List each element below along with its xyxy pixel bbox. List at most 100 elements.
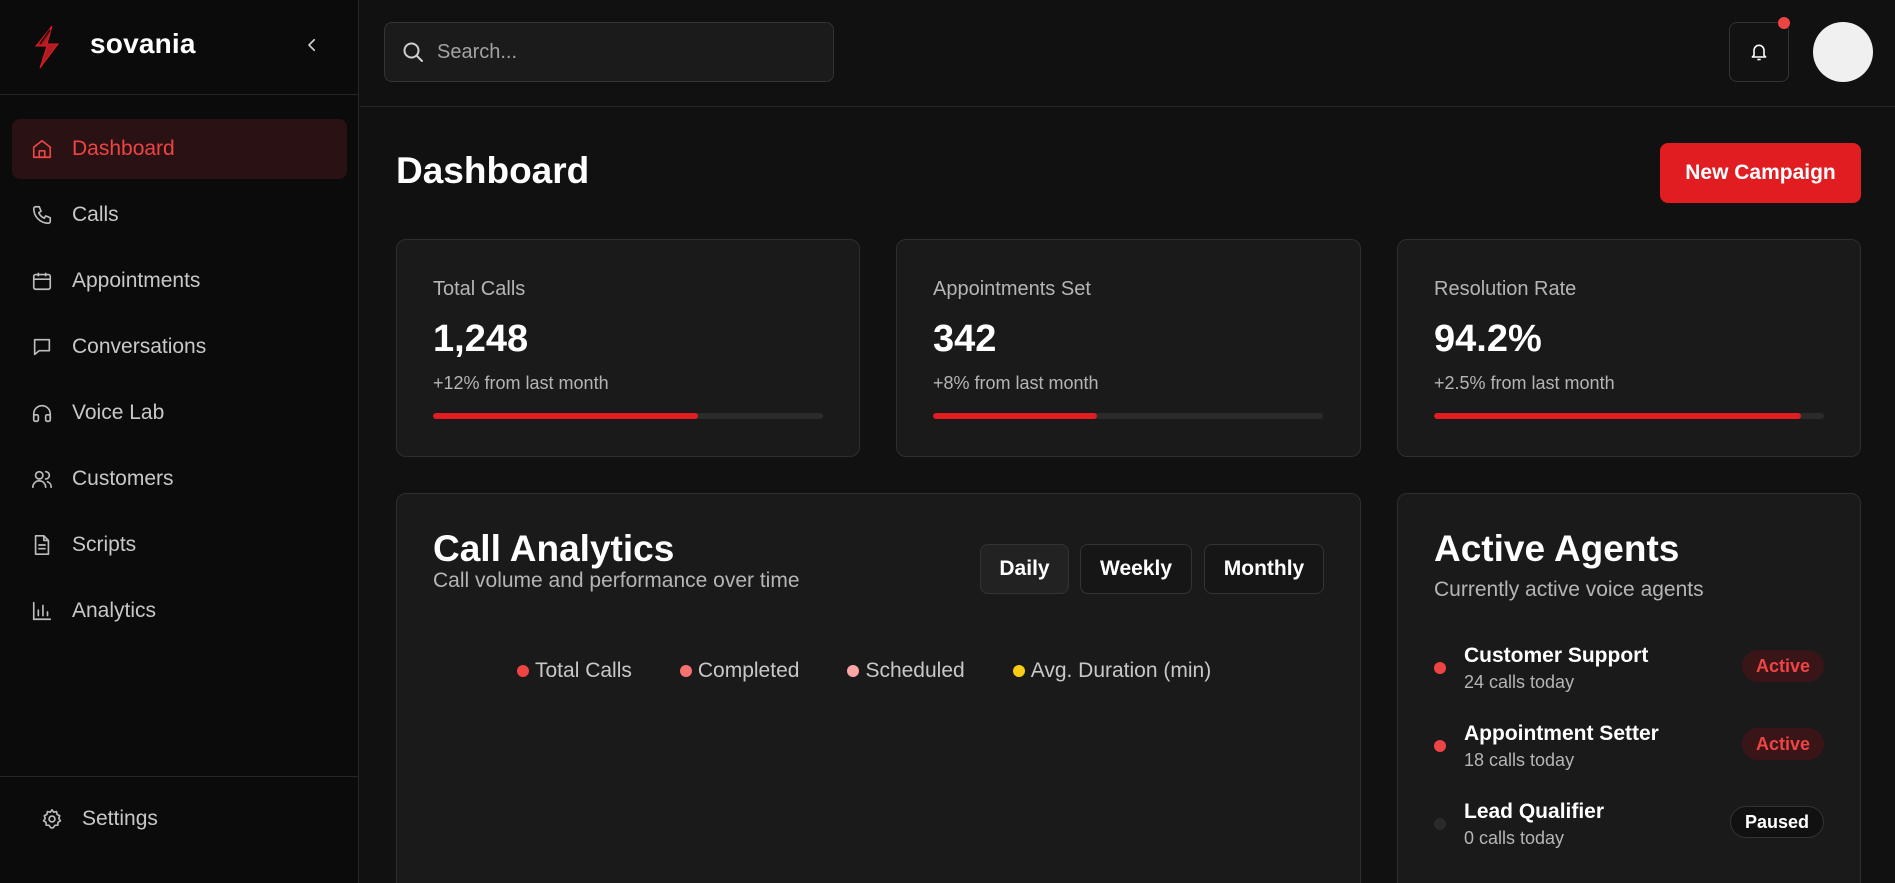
sidebar-item-settings[interactable]: Settings [40,807,158,831]
chart-legend: Total Calls Completed Scheduled Avg. Dur… [517,659,1259,683]
search-icon [403,42,423,62]
calendar-icon [30,269,54,293]
sidebar-footer: Settings [0,776,358,883]
progress-fill [433,413,699,419]
stat-value: 94.2% [1434,318,1542,360]
stat-value: 1,248 [433,318,529,360]
status-badge: Paused [1729,806,1824,838]
status-badge: Active [1741,650,1824,682]
stat-value: 342 [933,318,997,360]
phone-icon [30,203,54,227]
section-subtitle: Currently active voice agents [1434,578,1704,601]
stat-change: +2.5% from last month [1434,373,1615,393]
headphones-icon [30,401,54,425]
stat-label: Resolution Rate [1434,278,1577,300]
agent-calls: 0 calls today [1464,828,1565,848]
progress-bar [933,413,1323,419]
progress-fill [933,413,1097,419]
legend-label: Completed [697,659,800,682]
top-bar [360,0,1895,107]
sidebar-item-label: Dashboard [72,137,175,160]
legend-item: Avg. Duration (min) [1012,659,1212,683]
legend-label: Scheduled [865,659,965,682]
legend-dot [847,665,860,677]
stat-label: Appointments Set [933,278,1091,300]
sidebar-item-label: Scripts [72,533,137,556]
call-analytics-card: Call Analytics Call volume and performan… [396,493,1361,883]
sidebar-nav: Dashboard Calls Appointments Conversatio… [12,119,347,647]
sidebar-item-dashboard[interactable]: Dashboard [12,119,347,179]
legend-item: Scheduled [847,659,965,683]
sidebar-item-scripts[interactable]: Scripts [12,515,347,575]
section-subtitle: Call volume and performance over time [433,569,800,592]
stat-card-resolution-rate: Resolution Rate 94.2% +2.5% from last mo… [1397,239,1861,457]
legend-item: Total Calls [517,659,632,683]
agent-calls: 18 calls today [1464,750,1575,770]
agent-name: Customer Support [1464,644,1649,667]
legend-dot [517,665,529,677]
sidebar-item-label: Settings [82,807,158,830]
sidebar-item-label: Appointments [72,269,201,292]
bar-chart-icon [30,599,54,623]
sidebar-item-label: Voice Lab [72,401,165,424]
search-input[interactable] [437,40,817,64]
search-box[interactable] [384,22,834,82]
section-title: Call Analytics [433,528,675,569]
agent-name: Lead Qualifier [1464,800,1605,823]
status-dot [1434,740,1446,752]
chat-icon [30,335,54,359]
bell-icon [1751,44,1767,61]
section-title: Active Agents [1434,528,1680,569]
sidebar-item-customers[interactable]: Customers [12,449,347,509]
legend-label: Total Calls [535,659,632,682]
sidebar-item-appointments[interactable]: Appointments [12,251,347,311]
home-icon [30,137,54,161]
notification-badge [1778,17,1790,29]
progress-bar [433,413,823,419]
page-title: Dashboard [396,150,590,191]
sidebar-item-analytics[interactable]: Analytics [12,581,347,641]
brand-logo-icon [34,25,59,69]
sidebar-item-conversations[interactable]: Conversations [12,317,347,377]
sidebar: sovania Dashboard Calls Appointments Con… [0,0,359,883]
stat-card-total-calls: Total Calls 1,248 +12% from last month [396,239,860,457]
period-monthly-button[interactable]: Monthly [1204,544,1324,594]
stat-change: +12% from last month [433,373,609,393]
agent-row[interactable]: Customer Support 24 calls today Active [1434,644,1824,704]
new-campaign-button[interactable]: New Campaign [1660,143,1861,203]
chevron-left-icon [308,38,316,52]
agent-row[interactable]: Lead Qualifier 0 calls today Paused [1434,800,1824,860]
sidebar-item-label: Calls [72,203,119,226]
document-icon [30,533,54,557]
sidebar-item-label: Customers [72,467,174,490]
stat-card-appointments-set: Appointments Set 342 +8% from last month [896,239,1361,457]
stat-change: +8% from last month [933,373,1099,393]
status-badge: Active [1741,728,1824,760]
brand-header: sovania [0,0,358,95]
legend-dot [1012,665,1025,677]
active-agents-card: Active Agents Currently active voice age… [1397,493,1861,883]
progress-fill [1434,413,1802,419]
agent-row[interactable]: Appointment Setter 18 calls today Active [1434,722,1824,782]
agent-calls: 24 calls today [1464,672,1575,692]
legend-item: Completed [679,659,800,683]
period-weekly-button[interactable]: Weekly [1080,544,1192,594]
status-dot [1434,818,1446,830]
users-icon [30,467,54,491]
collapse-sidebar-button[interactable] [300,33,324,57]
sidebar-item-calls[interactable]: Calls [12,185,347,245]
agent-name: Appointment Setter [1464,722,1659,745]
avatar[interactable] [1813,22,1873,82]
sidebar-item-voice-lab[interactable]: Voice Lab [12,383,347,443]
stat-label: Total Calls [433,278,526,300]
sidebar-item-label: Conversations [72,335,207,358]
brand-name: sovania [90,28,196,59]
legend-dot [679,665,692,677]
sidebar-item-label: Analytics [72,599,157,622]
period-daily-button[interactable]: Daily [980,544,1069,594]
gear-icon [40,807,64,831]
legend-label: Avg. Duration (min) [1030,659,1212,682]
progress-bar [1434,413,1824,419]
notifications-button[interactable] [1729,22,1789,82]
status-dot [1434,662,1446,674]
